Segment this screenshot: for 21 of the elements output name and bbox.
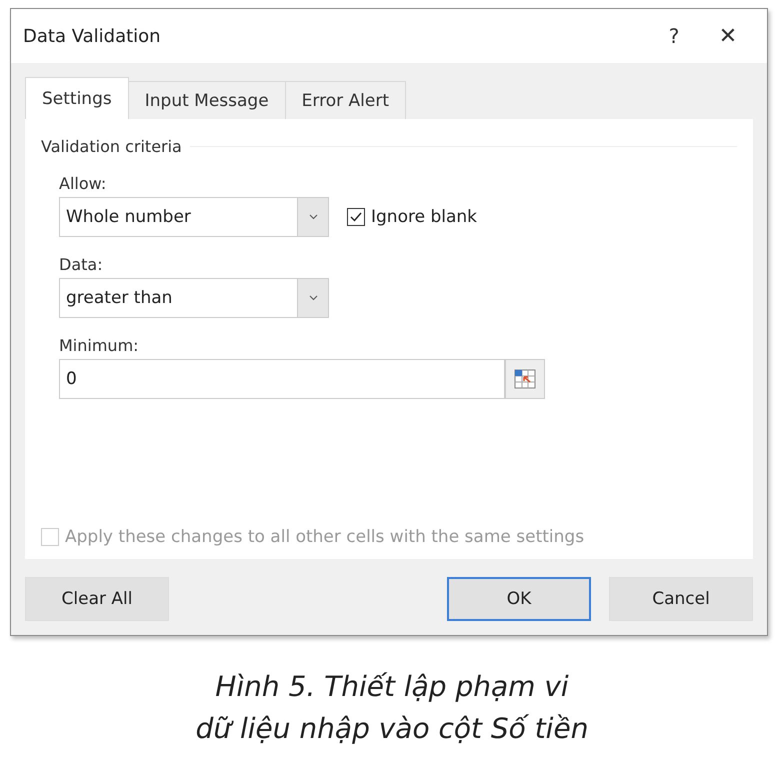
chevron-down-icon [308,295,318,301]
section-title: Validation criteria [41,137,182,156]
data-dropdown[interactable]: greater than [59,278,329,318]
window-title: Data Validation [23,26,161,46]
tab[interactable]: Settings [25,77,129,119]
cell-grid-icon [513,368,537,390]
dialog-button[interactable]: Cancel [609,577,753,621]
chevron-down-icon [308,214,318,220]
close-button[interactable]: ✕ [701,9,755,63]
field-label: Allow: [59,174,106,193]
field-label: Data: [59,255,103,274]
dialog-button[interactable]: Clear All [25,577,169,621]
field-label: Minimum: [59,336,139,355]
ignore-blank-checkbox[interactable]: Ignore blank [347,207,478,227]
minimum-input-field[interactable]: 0 [59,359,505,399]
help-button[interactable]: ? [647,9,701,63]
tab[interactable]: Error Alert [284,81,406,119]
dialog-button[interactable]: OK [447,577,591,621]
range-select-button[interactable] [505,359,545,399]
figure-caption: Hình 5. Thiết lập phạm vi dữ liệu nhập vào cột Số tiền [194,669,590,747]
allow-dropdown[interactable]: Whole number [59,197,329,237]
